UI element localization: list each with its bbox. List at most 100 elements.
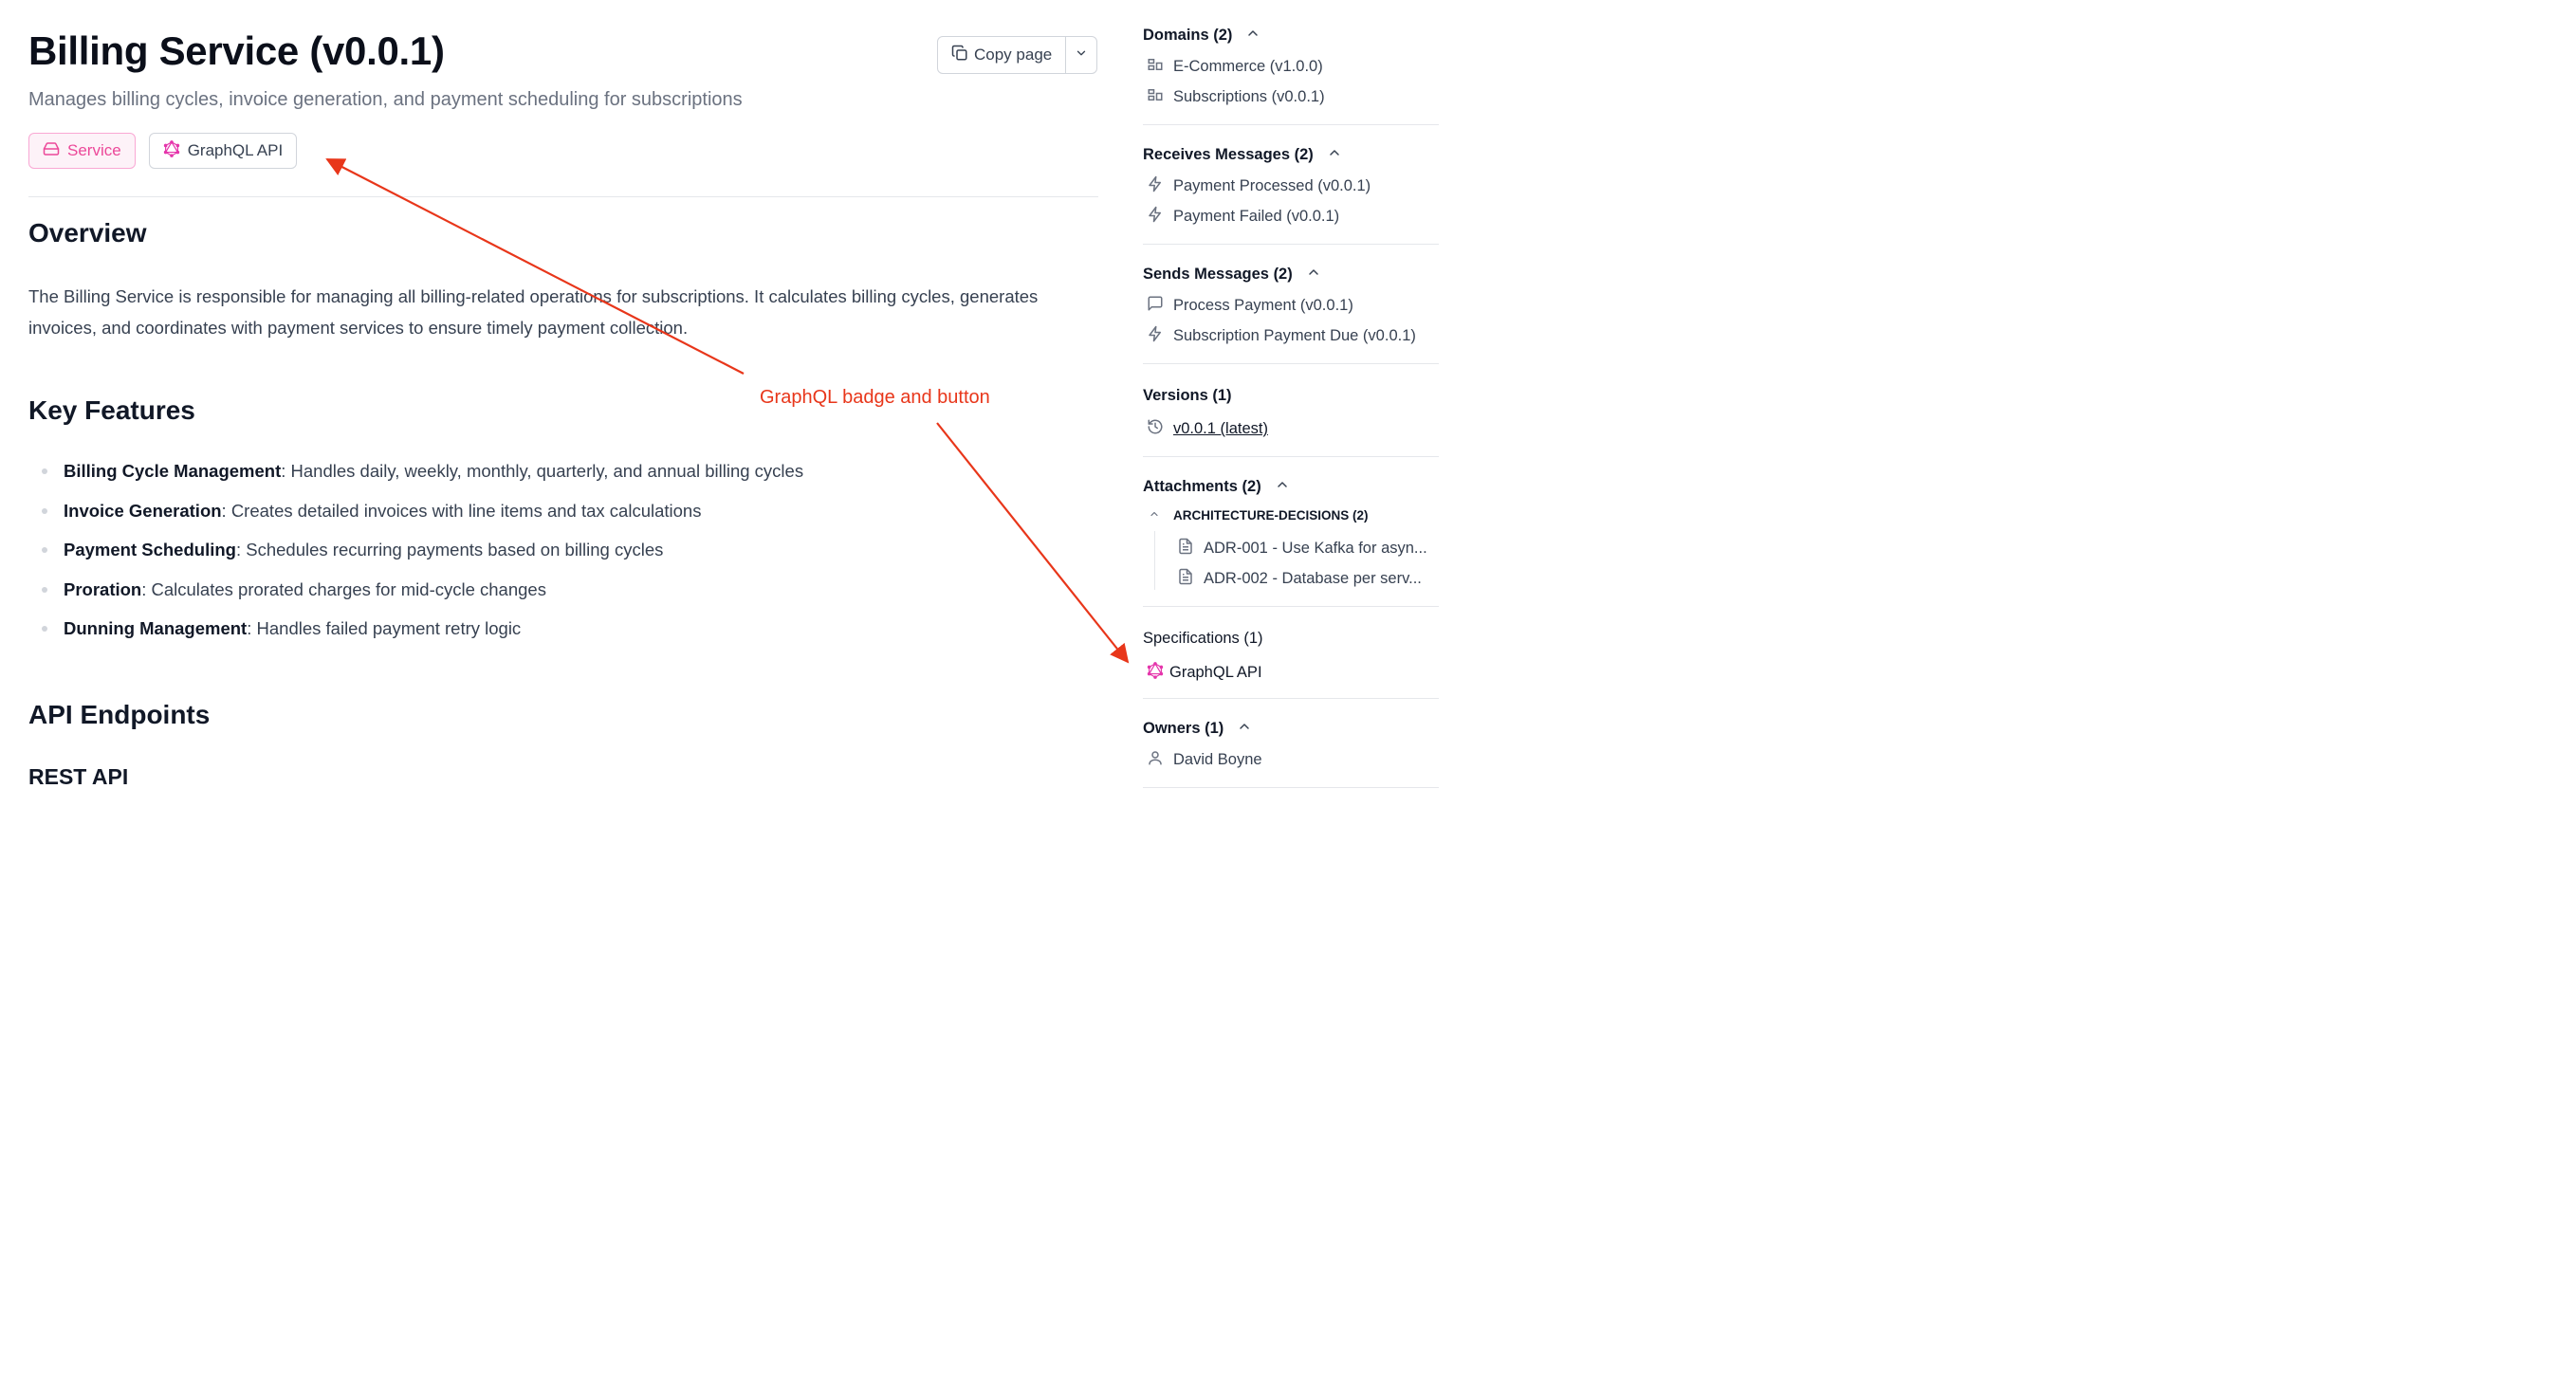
service-badge: Service	[28, 133, 136, 169]
rest-api-heading: REST API	[28, 764, 129, 789]
sidebar-item-owner[interactable]: David Boyne	[1147, 749, 1262, 771]
domain-icon	[1147, 56, 1164, 78]
graphql-api-badge[interactable]: GraphQL API	[148, 133, 298, 169]
feature-desc: : Creates detailed invoices with line it…	[221, 500, 702, 521]
sidebar-divider	[1143, 698, 1439, 699]
copy-page-group: Copy page	[937, 36, 1098, 74]
document-icon	[1177, 568, 1194, 590]
attachment-group-title: ARCHITECTURE-DECISIONS (2)	[1173, 508, 1369, 523]
sidebar-divider	[1143, 244, 1439, 245]
domain-label: Subscriptions (v0.0.1)	[1173, 88, 1325, 105]
list-item: Billing Cycle Management: Handles daily,…	[28, 455, 803, 495]
copy-icon	[951, 45, 968, 66]
message-square-icon	[1147, 295, 1164, 317]
chevron-up-icon	[1275, 477, 1290, 497]
api-endpoints-heading: API Endpoints	[28, 700, 211, 729]
overview-text: The Billing Service is responsible for m…	[28, 286, 1039, 338]
attachments-section-toggle[interactable]: Attachments (2)	[1143, 477, 1290, 497]
sidebar-item-attachment[interactable]: ADR-001 - Use Kafka for asyn...	[1177, 538, 1427, 559]
feature-name: Payment Scheduling	[64, 540, 236, 560]
specification-label: GraphQL API	[1169, 664, 1262, 681]
sidebar-divider	[1143, 456, 1439, 457]
attachment-label: ADR-002 - Database per serv...	[1204, 570, 1422, 587]
overview-heading: Overview	[28, 218, 147, 248]
chevron-up-icon	[1245, 26, 1260, 46]
domains-title: Domains (2)	[1143, 27, 1233, 44]
chevron-up-icon	[1149, 508, 1160, 523]
key-features-list: Billing Cycle Management: Handles daily,…	[28, 455, 803, 652]
page-title: Billing Service (v0.0.1)	[28, 28, 445, 73]
user-icon	[1147, 749, 1164, 771]
server-icon	[43, 140, 60, 162]
attachment-group-toggle[interactable]: ARCHITECTURE-DECISIONS (2)	[1149, 508, 1369, 523]
header-divider	[28, 196, 1098, 197]
list-item: Invoice Generation: Creates detailed inv…	[28, 495, 803, 535]
annotation-label: GraphQL badge and button	[760, 387, 990, 408]
chevron-up-icon	[1327, 145, 1342, 165]
specifications-section: Specifications (1)	[1143, 630, 1263, 648]
sidebar-item-domain[interactable]: Subscriptions (v0.0.1)	[1147, 86, 1325, 108]
version-link: v0.0.1 (latest)	[1173, 420, 1268, 437]
receives-section-toggle[interactable]: Receives Messages (2)	[1143, 145, 1342, 165]
versions-title: Versions (1)	[1143, 387, 1232, 404]
feature-name: Invoice Generation	[64, 500, 222, 521]
versions-section: Versions (1)	[1143, 387, 1232, 405]
key-features-heading: Key Features	[28, 395, 195, 425]
sidebar-item-message[interactable]: Payment Failed (v0.0.1)	[1147, 206, 1339, 228]
attachment-label: ADR-001 - Use Kafka for asyn...	[1204, 540, 1427, 557]
sidebar-item-attachment[interactable]: ADR-002 - Database per serv...	[1177, 568, 1422, 590]
feature-desc: : Calculates prorated charges for mid-cy…	[141, 578, 546, 599]
badge-row: Service GraphQL API	[28, 133, 298, 169]
graphql-badge-label: GraphQL API	[187, 141, 284, 159]
receives-title: Receives Messages (2)	[1143, 146, 1314, 163]
list-item: Payment Scheduling: Schedules recurring …	[28, 534, 803, 574]
graphql-icon	[1147, 662, 1164, 684]
document-icon	[1177, 538, 1194, 559]
sidebar-divider	[1143, 124, 1439, 125]
domains-section-toggle[interactable]: Domains (2)	[1143, 26, 1260, 46]
owners-title: Owners (1)	[1143, 720, 1224, 737]
domain-label: E-Commerce (v1.0.0)	[1173, 58, 1323, 75]
message-label: Payment Failed (v0.0.1)	[1173, 208, 1340, 225]
sidebar-item-version[interactable]: v0.0.1 (latest)	[1147, 418, 1268, 440]
feature-name: Billing Cycle Management	[64, 461, 282, 481]
copy-page-label: Copy page	[974, 46, 1053, 64]
annotation-arrow-sidebar	[936, 422, 1130, 664]
feature-desc: : Handles daily, weekly, monthly, quarte…	[281, 461, 804, 481]
service-badge-label: Service	[67, 141, 121, 159]
feature-desc: : Handles failed payment retry logic	[247, 618, 522, 639]
sends-section-toggle[interactable]: Sends Messages (2)	[1143, 265, 1321, 284]
chevron-down-icon	[1075, 46, 1088, 64]
sends-title: Sends Messages (2)	[1143, 266, 1293, 283]
history-icon	[1147, 418, 1164, 440]
feature-name: Dunning Management	[64, 618, 248, 639]
message-label: Payment Processed (v0.0.1)	[1173, 177, 1371, 194]
feature-name: Proration	[64, 578, 142, 599]
owners-section-toggle[interactable]: Owners (1)	[1143, 719, 1252, 739]
attachments-title: Attachments (2)	[1143, 478, 1261, 495]
sidebar-divider	[1143, 787, 1439, 788]
lightning-icon	[1147, 206, 1164, 228]
specifications-title: Specifications (1)	[1143, 630, 1263, 647]
copy-options-dropdown[interactable]	[1066, 37, 1096, 73]
owner-label: David Boyne	[1173, 751, 1262, 768]
sidebar-item-domain[interactable]: E-Commerce (v1.0.0)	[1147, 56, 1323, 78]
sidebar-item-message[interactable]: Process Payment (v0.0.1)	[1147, 295, 1353, 317]
message-label: Process Payment (v0.0.1)	[1173, 297, 1353, 314]
lightning-icon	[1147, 175, 1164, 197]
sidebar-divider	[1143, 363, 1439, 364]
list-item: Dunning Management: Handles failed payme…	[28, 613, 803, 652]
message-label: Subscription Payment Due (v0.0.1)	[1173, 327, 1416, 344]
chevron-up-icon	[1306, 265, 1321, 284]
page-subtitle: Manages billing cycles, invoice generati…	[28, 89, 743, 110]
lightning-icon	[1147, 325, 1164, 347]
sidebar-item-message[interactable]: Payment Processed (v0.0.1)	[1147, 175, 1371, 197]
sidebar-divider	[1143, 606, 1439, 607]
sidebar-item-message[interactable]: Subscription Payment Due (v0.0.1)	[1147, 325, 1416, 347]
sidebar-item-graphql-spec[interactable]: GraphQL API	[1147, 662, 1262, 684]
copy-page-button[interactable]: Copy page	[938, 37, 1065, 73]
chevron-up-icon	[1237, 719, 1252, 739]
graphql-icon	[163, 139, 180, 162]
feature-desc: : Schedules recurring payments based on …	[235, 540, 664, 560]
list-item: Proration: Calculates prorated charges f…	[28, 574, 803, 614]
